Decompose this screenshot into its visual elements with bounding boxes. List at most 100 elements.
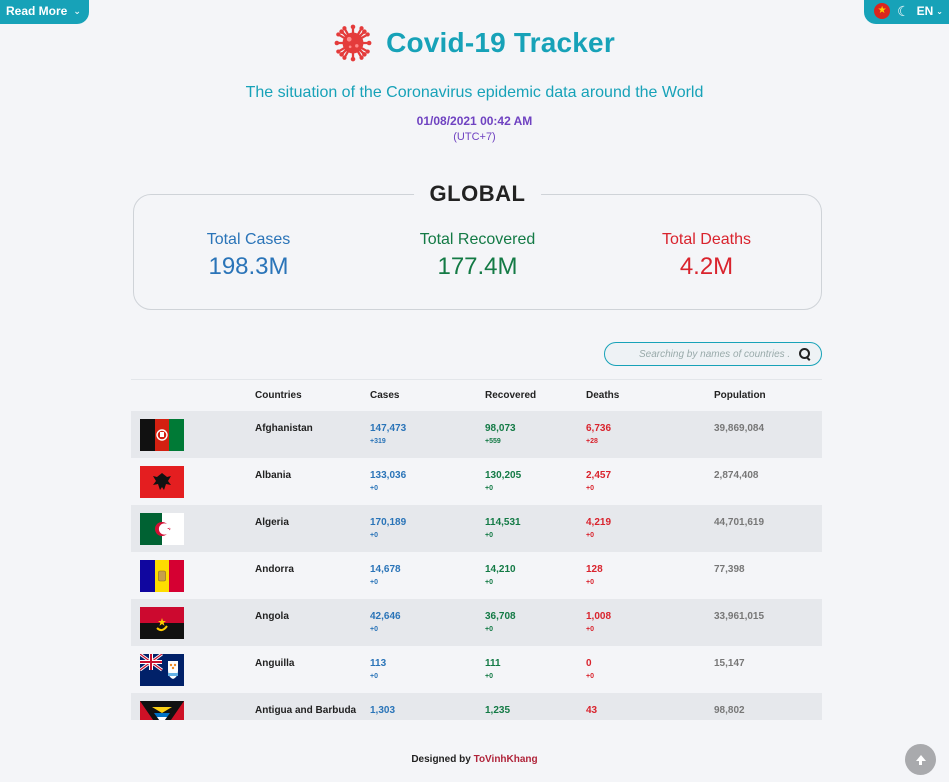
page-header: Covid-19 Tracker The situation of the Co…: [0, 24, 949, 143]
recovered-value: 114,531: [485, 517, 521, 528]
chevron-down-icon: ⌄: [936, 6, 943, 16]
country-name: Antigua and Barbuda: [255, 705, 357, 716]
search-icon[interactable]: [799, 348, 811, 360]
header-deaths[interactable]: Deaths: [586, 390, 714, 401]
country-name: Afghanistan: [255, 423, 313, 434]
cases-delta: +0: [370, 579, 378, 586]
antigua-and-barbuda-flag-icon: [140, 701, 184, 720]
settings-tab: ★ ☾ EN ⌄: [864, 0, 949, 24]
arrow-up-icon: [915, 754, 926, 765]
global-title: GLOBAL: [413, 181, 542, 207]
total-deaths-stat: Total Deaths 4.2M: [592, 231, 821, 281]
population-value: 33,961,015: [714, 611, 765, 622]
timezone-label: (UTC+7): [453, 131, 496, 143]
moon-icon[interactable]: ☾: [897, 4, 910, 18]
algeria-flag-icon: [140, 513, 184, 545]
header-population[interactable]: Population: [714, 390, 822, 401]
table-row[interactable]: Angola 42,646 +0 36,708 +0 1,008 +0 33,961,…: [131, 599, 822, 646]
population-value: 39,869,084: [714, 423, 765, 434]
deaths-delta: +0: [586, 626, 594, 633]
recovered-value: 36,708: [485, 611, 516, 622]
recovered-delta: +0: [485, 626, 493, 633]
footer-author-link[interactable]: ToVinhKhang: [474, 754, 538, 765]
cases-value: 42,646: [370, 611, 401, 622]
country-search: [604, 342, 822, 366]
total-cases-label: Total Cases: [206, 231, 291, 248]
country-name: Anguilla: [255, 658, 295, 669]
cases-delta: +0: [370, 626, 378, 633]
recovered-value: 98,073: [485, 423, 516, 434]
cases-value: 133,036: [370, 470, 407, 481]
total-recovered-value: 177.4M: [437, 253, 518, 280]
table-row[interactable]: Antigua and Barbuda 1,303+0 1,235+0 43+0…: [131, 693, 822, 720]
total-recovered-label: Total Recovered: [419, 231, 536, 248]
recovered-delta: +0: [485, 485, 493, 492]
deaths-value: 1,008: [586, 611, 612, 622]
page-footer: Designed by ToVinhKhang: [0, 754, 949, 765]
footer-prefix: Designed by: [411, 754, 471, 765]
search-input[interactable]: [639, 348, 789, 360]
anguilla-flag-icon: [139, 652, 184, 686]
total-deaths-label: Total Deaths: [662, 231, 751, 248]
deaths-value: 6,736: [586, 423, 612, 434]
cases-value: 170,189: [370, 517, 407, 528]
recovered-delta: +559: [485, 438, 501, 445]
albania-flag-icon: [140, 466, 184, 498]
population-value: 2,874,408: [714, 470, 759, 481]
table-row[interactable]: Algeria 170,189 +0 114,531 +0 4,219 +0 44,7…: [131, 505, 822, 552]
recovered-delta: +0: [485, 579, 493, 586]
cases-value: 14,678: [370, 564, 401, 575]
global-stats-panel: GLOBAL Total Cases 198.3M Total Recovere…: [133, 181, 822, 310]
header-countries[interactable]: Countries: [255, 390, 370, 401]
header-recovered[interactable]: Recovered: [485, 390, 586, 401]
deaths-delta: +28: [586, 438, 598, 445]
population-value: 44,701,619: [714, 517, 765, 528]
total-cases-value: 198.3M: [208, 253, 289, 280]
cases-value: 1,303: [370, 705, 396, 716]
table-header: Countries Cases Recovered Deaths Populat…: [131, 379, 822, 411]
chevron-down-icon: ⌄: [73, 5, 81, 16]
cases-delta: +0: [370, 485, 378, 492]
total-recovered-stat: Total Recovered 177.4M: [363, 231, 592, 281]
deaths-value: 43: [586, 705, 598, 716]
country-name: Andorra: [255, 564, 294, 575]
deaths-delta: +0: [586, 673, 594, 680]
recovered-delta: +0: [485, 532, 493, 539]
country-name: Albania: [255, 470, 292, 481]
deaths-delta: +0: [586, 532, 594, 539]
deaths-value: 0: [586, 658, 592, 669]
table-row[interactable]: Albania 133,036 +0 130,205 +0 2,457 +0 2,87…: [131, 458, 822, 505]
page-subtitle: The situation of the Coronavirus epidemi…: [245, 84, 704, 101]
deaths-value: 4,219: [586, 517, 612, 528]
cases-delta: +0: [370, 532, 378, 539]
country-name: Angola: [255, 611, 289, 622]
table-row[interactable]: Anguilla 113 +0 111 +0 0 +0 15,147: [131, 646, 822, 693]
recovered-value: 111: [485, 658, 501, 669]
table-row[interactable]: Afghanistan 147,473 +319 98,073 +559 6,736…: [131, 411, 822, 458]
vietnam-flag-icon[interactable]: ★: [874, 3, 891, 19]
read-more-label: Read More: [6, 4, 68, 18]
cases-value: 147,473: [370, 423, 407, 434]
cases-delta: +319: [370, 438, 386, 445]
recovered-value: 1,235: [485, 705, 511, 716]
deaths-value: 128: [586, 564, 603, 575]
population-value: 15,147: [714, 658, 745, 669]
afghanistan-flag-icon: [140, 419, 184, 451]
angola-flag-icon: [140, 607, 184, 639]
cases-delta: +0: [370, 673, 378, 680]
scroll-to-top-button[interactable]: [905, 744, 936, 775]
population-value: 77,398: [714, 564, 745, 575]
table-row[interactable]: Andorra 14,678 +0 14,210 +0 128 +0 77,398: [131, 552, 822, 599]
total-deaths-value: 4.2M: [679, 253, 734, 280]
recovered-delta: +0: [485, 673, 493, 680]
deaths-delta: +0: [586, 579, 594, 586]
language-selector[interactable]: EN ⌄: [917, 4, 943, 18]
deaths-delta: +0: [586, 485, 594, 492]
recovered-value: 14,210: [485, 564, 516, 575]
cases-value: 113: [370, 658, 387, 669]
language-label: EN: [916, 4, 934, 18]
read-more-button[interactable]: Read More ⌄: [0, 0, 89, 24]
header-cases[interactable]: Cases: [370, 390, 485, 401]
andorra-flag-icon: [140, 560, 184, 592]
recovered-value: 130,205: [485, 470, 522, 481]
